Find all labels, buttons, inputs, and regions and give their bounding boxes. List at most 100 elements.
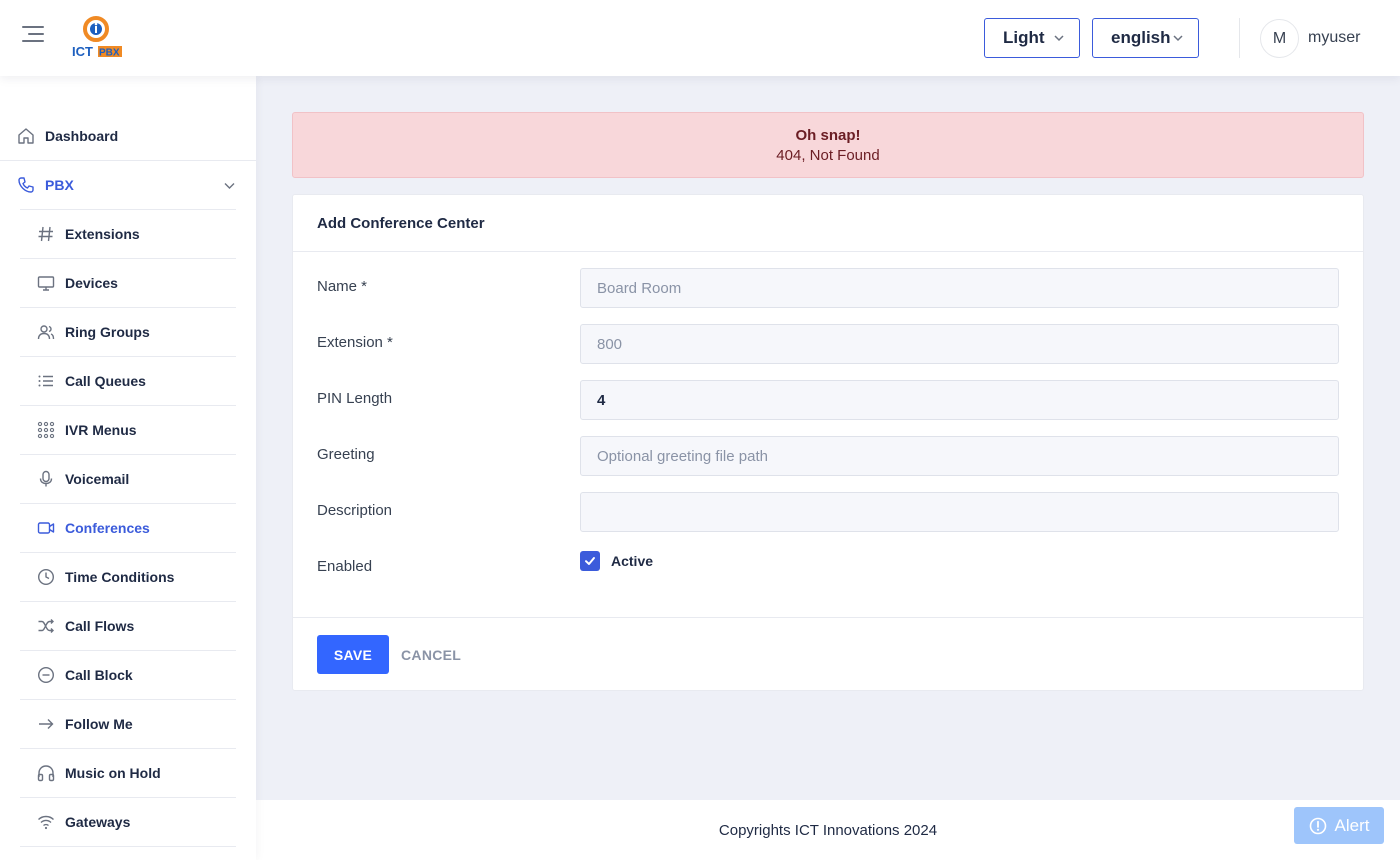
card-title: Add Conference Center (317, 215, 485, 232)
enabled-label: Enabled (317, 558, 373, 575)
chevron-down-icon (1173, 35, 1183, 42)
video-icon (37, 519, 55, 537)
sidebar-item-music-on-hold[interactable]: Music on Hold (37, 764, 161, 782)
sidebar-item-label: Call Block (65, 667, 133, 683)
header-divider (1239, 18, 1240, 58)
sidebar-item-label: Follow Me (65, 716, 133, 732)
alert-button[interactable]: Alert (1294, 807, 1384, 844)
users-icon (37, 323, 55, 341)
nav-divider (20, 748, 236, 749)
sidebar-item-ivr-menus[interactable]: IVR Menus (37, 421, 137, 439)
card-divider (293, 617, 1363, 618)
clock-icon (37, 568, 55, 586)
svg-text:PBX: PBX (99, 48, 120, 59)
sidebar-item-gateways[interactable]: Gateways (37, 813, 130, 831)
sidebar-item-label: Conferences (65, 520, 150, 536)
extension-field[interactable] (580, 324, 1339, 364)
list-icon (37, 372, 55, 390)
sidebar-item-call-block[interactable]: Call Block (37, 666, 133, 684)
add-conference-card: Add Conference Center Name * Extension *… (292, 194, 1364, 691)
username[interactable]: myuser (1308, 29, 1360, 47)
sidebar-item-label: Ring Groups (65, 324, 150, 340)
cancel-button[interactable]: CANCEL (401, 635, 461, 674)
sidebar-item-voicemail[interactable]: Voicemail (37, 470, 129, 488)
nav-divider (20, 650, 236, 651)
footer: Copyrights ICT Innovations 2024 (256, 800, 1400, 860)
description-field[interactable] (580, 492, 1339, 532)
pin-length-label: PIN Length (317, 390, 393, 407)
alert-circle-icon (1309, 817, 1327, 835)
theme-select-value: Light (1003, 28, 1045, 47)
nav-divider (20, 307, 236, 308)
sidebar-item-label: Time Conditions (65, 569, 175, 585)
nav-divider (20, 699, 236, 700)
sidebar-item-pbx[interactable]: PBX (17, 176, 74, 194)
alert-title: Oh snap! (795, 127, 861, 144)
sidebar-item-call-queues[interactable]: Call Queues (37, 372, 146, 390)
nav-divider (20, 503, 236, 504)
enabled-checkbox[interactable] (580, 551, 600, 571)
language-select-value: english (1111, 28, 1171, 47)
sidebar-item-label: Call Queues (65, 373, 146, 389)
avatar[interactable]: M (1260, 19, 1299, 58)
sidebar-item-label: Call Flows (65, 618, 135, 634)
description-label: Description (317, 502, 393, 519)
nav-divider (20, 356, 236, 357)
alert-button-label: Alert (1334, 815, 1370, 835)
pin-length-field[interactable] (580, 380, 1339, 420)
nav-divider (20, 601, 236, 602)
nav-divider (20, 209, 236, 210)
sidebar-item-label: Devices (65, 275, 118, 291)
nav-divider (0, 160, 256, 161)
sidebar-item-label: Extensions (65, 226, 140, 242)
sidebar-item-follow-me[interactable]: Follow Me (37, 715, 133, 733)
svg-text:ICT: ICT (72, 44, 93, 59)
sidebar: Dashboard PBX Extensions Devices Ring Gr… (0, 76, 256, 860)
sidebar-item-label: PBX (45, 177, 74, 193)
chevron-down-icon[interactable] (223, 179, 236, 192)
menu-toggle-icon[interactable] (22, 26, 46, 50)
nav-divider (20, 454, 236, 455)
name-label: Name * (317, 278, 368, 295)
name-field[interactable] (580, 268, 1339, 308)
nav-divider (20, 258, 236, 259)
phone-icon (17, 176, 35, 194)
arrow-right-icon (37, 715, 55, 733)
top-header: ICT PBX Light english M myuser (0, 0, 1400, 76)
enabled-checkbox-label[interactable]: Active (611, 553, 653, 569)
sidebar-item-label: Music on Hold (65, 765, 161, 781)
sidebar-item-conferences[interactable]: Conferences (37, 519, 150, 537)
language-select[interactable]: english (1092, 18, 1199, 58)
error-alert: Oh snap! 404, Not Found (292, 112, 1364, 178)
greeting-label: Greeting (317, 446, 375, 463)
sidebar-item-devices[interactable]: Devices (37, 274, 118, 292)
chevron-down-icon (1054, 35, 1064, 42)
minus-circle-icon (37, 666, 55, 684)
nav-divider (20, 846, 236, 847)
sidebar-item-label: Gateways (65, 814, 131, 830)
sidebar-item-label: Dashboard (45, 128, 119, 144)
sidebar-item-label: Voicemail (65, 471, 130, 487)
home-icon (17, 127, 35, 145)
alert-message: 404, Not Found (776, 147, 880, 164)
monitor-icon (37, 274, 55, 292)
shuffle-icon (37, 617, 55, 635)
nav-divider (20, 552, 236, 553)
sidebar-item-time-conditions[interactable]: Time Conditions (37, 568, 174, 586)
nav-divider (20, 797, 236, 798)
theme-select[interactable]: Light (984, 18, 1080, 58)
microphone-icon (37, 470, 55, 488)
sidebar-item-call-flows[interactable]: Call Flows (37, 617, 134, 635)
footer-copyright: Copyrights ICT Innovations 2024 (718, 822, 938, 839)
sidebar-item-extensions[interactable]: Extensions (37, 225, 140, 243)
greeting-field[interactable] (580, 436, 1339, 476)
ictpbx-logo[interactable]: ICT PBX (70, 16, 126, 62)
save-button[interactable]: SAVE (317, 635, 389, 674)
grid-icon (37, 421, 55, 439)
card-divider (293, 251, 1363, 252)
sidebar-item-dashboard[interactable]: Dashboard (17, 127, 118, 145)
sidebar-item-ring-groups[interactable]: Ring Groups (37, 323, 150, 341)
headphones-icon (37, 764, 55, 782)
hash-icon (37, 225, 55, 243)
check-icon (585, 557, 595, 565)
